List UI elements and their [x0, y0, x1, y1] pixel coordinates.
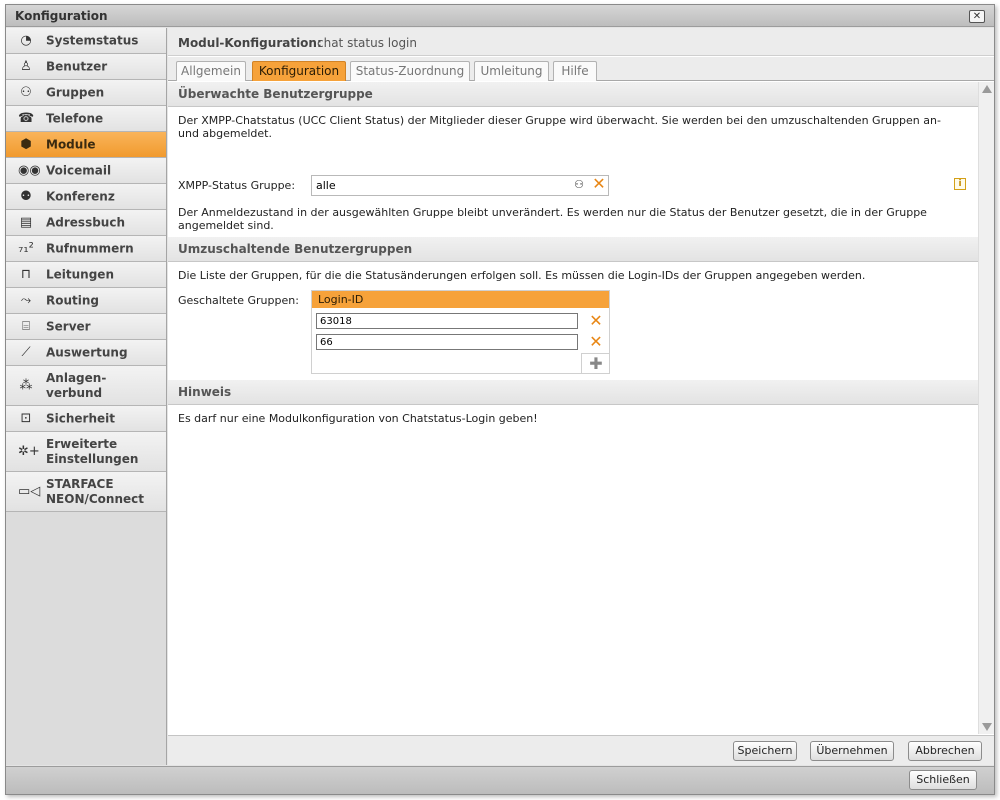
section2-description: Die Liste der Gruppen, für die die Statu… — [178, 269, 866, 282]
login-id-input-1[interactable] — [316, 313, 578, 329]
chart-icon: ⟋ — [21, 344, 31, 360]
section-header-monitored-group: Überwachte Benutzergruppe — [168, 82, 978, 107]
tab-umleitung[interactable]: Umleitung — [474, 61, 549, 81]
close-window-button[interactable]: Schließen — [909, 770, 977, 790]
tab-allgemein[interactable]: Allgemein — [176, 61, 246, 81]
content-area: Überwachte Benutzergruppe Der XMPP-Chats… — [168, 82, 978, 734]
scroll-down-arrow-icon[interactable] — [982, 723, 992, 731]
window-footer: Schließen — [6, 766, 994, 794]
sidebar-item-gruppen[interactable]: ⚇ Gruppen — [6, 80, 166, 106]
switched-groups-label: Geschaltete Gruppen: — [178, 294, 299, 307]
sidebar-item-label: Sicherheit — [46, 411, 115, 425]
button-bar: Speichern Übernehmen Abbrechen — [168, 735, 994, 765]
sidebar-item-telefone[interactable]: ☎ Telefone — [6, 106, 166, 132]
cancel-button[interactable]: Abbrechen — [908, 741, 982, 761]
sidebar-item-label: Gruppen — [46, 85, 105, 99]
tab-bar: Allgemein Konfiguration Status-Zuordnung… — [168, 57, 994, 81]
routing-icon: ⤳ — [20, 292, 32, 308]
sidebar-item-label: Voicemail — [46, 163, 112, 177]
save-button[interactable]: Speichern — [733, 741, 797, 761]
delete-row-x-icon[interactable]: ✕ — [588, 334, 604, 350]
module-cube-icon: ⬢ — [20, 136, 32, 152]
delete-row-x-icon[interactable]: ✕ — [588, 313, 604, 329]
sidebar-item-server[interactable]: ⌸ Server — [6, 314, 166, 340]
settings-plus-icon: ✲+ — [18, 443, 40, 459]
sidebar-item-anlagen-verbund[interactable]: ⁂ Anlagen- verbund — [6, 366, 166, 406]
module-header-value: chat status login — [317, 36, 417, 50]
add-row-plus-icon[interactable]: ✚ — [581, 353, 610, 373]
sidebar-item-label: STARFACE NEON/Connect — [46, 476, 144, 506]
login-id-input-2[interactable] — [316, 334, 578, 350]
sidebar-item-label: Systemstatus — [46, 33, 139, 47]
sidebar-item-label: Erweiterte Einstellungen — [46, 436, 139, 466]
vertical-scrollbar[interactable] — [978, 82, 994, 734]
window-titlebar: Konfiguration ✕ — [6, 5, 994, 27]
section-header-switched-groups: Umzuschaltende Benutzergruppen — [168, 237, 978, 262]
section1-note: Der Anmeldezustand in der ausgewählten G… — [178, 206, 927, 232]
hint-text: Es darf nur eine Modulkonfiguration von … — [178, 412, 538, 425]
sidebar-item-auswertung[interactable]: ⟋ Auswertung — [6, 340, 166, 366]
sidebar-item-label: Anlagen- verbund — [46, 370, 107, 400]
sidebar-item-konferenz[interactable]: ⚉ Konferenz — [6, 184, 166, 210]
clear-x-icon[interactable]: ✕ — [591, 176, 607, 192]
sidebar-item-systemstatus[interactable]: ◔ Systemstatus — [6, 28, 166, 54]
sidebar-item-label: Auswertung — [46, 345, 128, 359]
sidebar-item-routing[interactable]: ⤳ Routing — [6, 288, 166, 314]
address-book-icon: ▤ — [19, 214, 33, 230]
module-header: Modul-Konfiguration: chat status login — [168, 28, 994, 56]
sidebar-item-label: Module — [46, 137, 96, 151]
sidebar-item-label: Leitungen — [46, 267, 114, 281]
lock-icon: ⊡ — [20, 410, 32, 426]
xmpp-status-group-input[interactable] — [311, 175, 609, 196]
sidebar-item-voicemail[interactable]: ◉◉ Voicemail — [6, 158, 166, 184]
sidebar-item-rufnummern[interactable]: ₇₁² Rufnummern — [6, 236, 166, 262]
sidebar-item-label: Adressbuch — [46, 215, 126, 229]
sidebar-item-label: Routing — [46, 293, 100, 307]
info-icon[interactable]: i — [954, 178, 966, 190]
numbers-icon: ₇₁² — [18, 240, 34, 256]
section-header-hint: Hinweis — [168, 380, 978, 405]
clock-icon: ◔ — [20, 32, 32, 48]
sidebar-item-leitungen[interactable]: ⊓ Leitungen — [6, 262, 166, 288]
login-id-table: Login-ID ✕ ✕ ✚ — [311, 290, 610, 374]
sidebar-item-sicherheit[interactable]: ⊡ Sicherheit — [6, 406, 166, 432]
network-icon: ⁂ — [19, 377, 33, 393]
tab-status-zuordnung[interactable]: Status-Zuordnung — [350, 61, 470, 81]
voicemail-icon: ◉◉ — [18, 162, 41, 178]
login-id-column-header: Login-ID — [312, 291, 609, 308]
close-icon[interactable]: ✕ — [969, 10, 985, 23]
xmpp-status-group-label: XMPP-Status Gruppe: — [178, 179, 296, 192]
sidebar-item-label: Rufnummern — [46, 241, 134, 255]
sidebar-item-module[interactable]: ⬢ Module — [6, 132, 166, 158]
tab-hilfe[interactable]: Hilfe — [553, 61, 597, 81]
server-icon: ⌸ — [22, 318, 30, 334]
sidebar-item-label: Konferenz — [46, 189, 115, 203]
phone-icon: ☎ — [18, 110, 35, 126]
tab-konfiguration[interactable]: Konfiguration — [252, 61, 346, 81]
video-camera-icon: ▭◁ — [18, 483, 41, 499]
sidebar-item-label: Server — [46, 319, 91, 333]
lines-plug-icon: ⊓ — [20, 266, 32, 282]
sidebar-item-benutzer[interactable]: ♙ Benutzer — [6, 54, 166, 80]
conference-icon: ⚉ — [20, 188, 32, 204]
main-panel: Modul-Konfiguration: chat status login A… — [168, 28, 994, 765]
sidebar-item-erweiterteeinstellungen[interactable]: ✲+ Erweiterte Einstellungen — [6, 432, 166, 472]
apply-button[interactable]: Übernehmen — [810, 741, 894, 761]
user-icon: ♙ — [20, 58, 32, 74]
section1-description: Der XMPP-Chatstatus (UCC Client Status) … — [178, 114, 941, 140]
group-icon: ⚇ — [20, 84, 32, 100]
sidebar-item-label: Benutzer — [46, 59, 108, 73]
group-select-icon[interactable]: ⚇ — [572, 178, 586, 192]
sidebar-item-starfaceneon-connect[interactable]: ▭◁ STARFACE NEON/Connect — [6, 472, 166, 512]
window-title: Konfiguration — [15, 9, 108, 23]
sidebar: ◔ Systemstatus ♙ Benutzer ⚇ Gruppen ☎ Telefone ⬢… — [6, 28, 167, 765]
sidebar-item-adressbuch[interactable]: ▤ Adressbuch — [6, 210, 166, 236]
scroll-up-arrow-icon[interactable] — [982, 85, 992, 93]
configuration-window: Konfiguration ✕ ◔ Systemstatus ♙ Benutzer ⚇ G… — [5, 4, 995, 795]
module-header-label: Modul-Konfiguration: — [178, 36, 322, 50]
sidebar-item-label: Telefone — [46, 111, 104, 125]
